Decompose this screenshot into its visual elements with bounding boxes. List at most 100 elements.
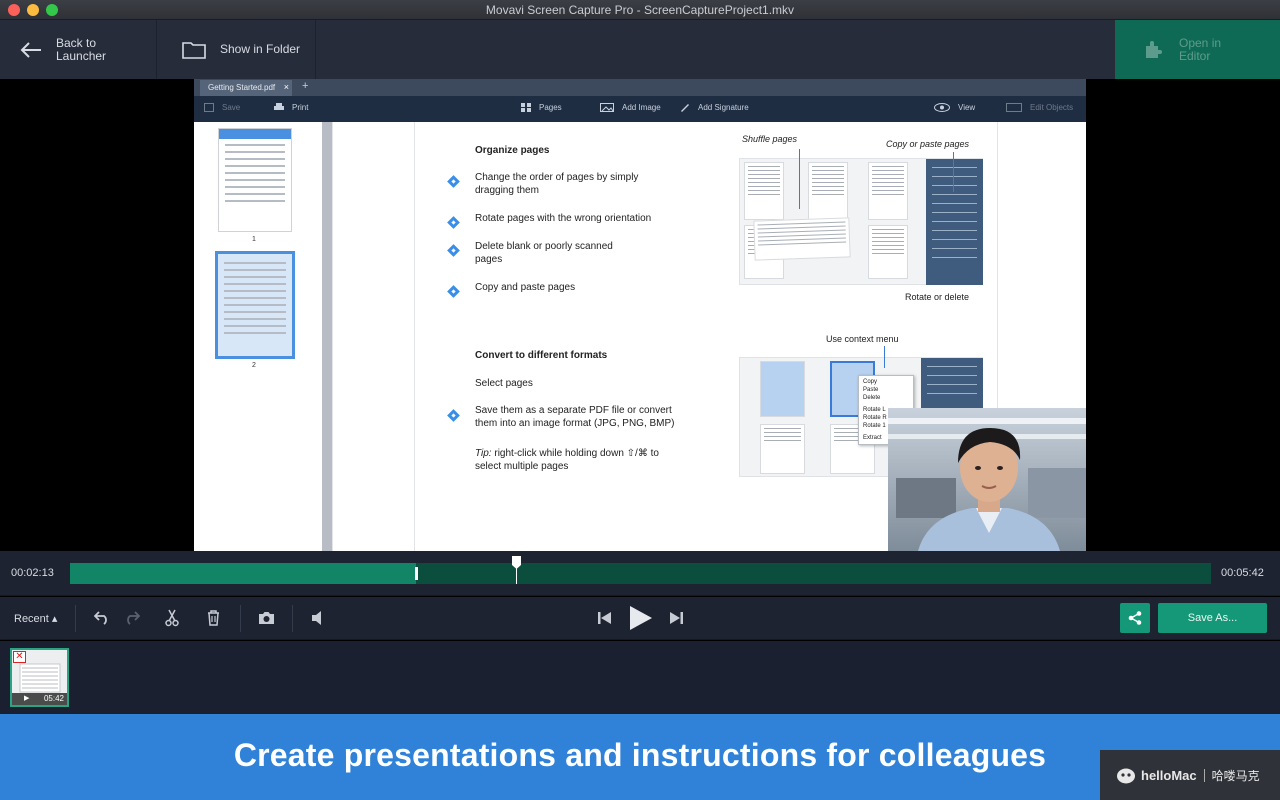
edit-box-icon [1006, 103, 1022, 112]
share-button[interactable] [1120, 603, 1150, 633]
current-time: 00:02:13 [11, 567, 54, 579]
diamond-bullet-icon [447, 409, 460, 422]
organize-item: Delete blank or poorly scanned pages [475, 241, 613, 265]
window-title: Movavi Screen Capture Pro - ScreenCaptur… [485, 3, 795, 17]
watermark: helloMac 哈喽马克 [1100, 750, 1280, 800]
skip-forward-icon[interactable] [669, 611, 683, 625]
save-as-button[interactable]: Save As... [1158, 603, 1267, 633]
copy-arrow [953, 152, 954, 192]
open-in-editor-label: Open in Editor [1179, 35, 1222, 63]
webcam-person-image [888, 408, 1086, 551]
recent-dropdown[interactable]: Recent ▴ [14, 612, 57, 625]
title-bar: Movavi Screen Capture Pro - ScreenCaptur… [0, 0, 1280, 20]
pages-grid-icon [521, 103, 531, 112]
diamond-bullet-icon [447, 285, 460, 298]
eye-icon [934, 103, 950, 112]
pdf-pages-tool: Pages [521, 103, 562, 112]
clip-play-icon: ▶ [24, 695, 30, 702]
pdf-save-label: Save [222, 103, 241, 112]
pdf-pages-label: Pages [539, 103, 562, 112]
diamond-bullet-icon [447, 175, 460, 188]
pdf-view-label: View [958, 103, 976, 112]
webcam-overlay [888, 408, 1086, 551]
arrow-left-icon [20, 41, 41, 58]
video-preview[interactable]: Getting Started.pdf × + Save Print Pages… [0, 79, 1280, 551]
save-icon [204, 103, 214, 112]
pdf-edit-objects-label: Edit Objects [1030, 103, 1074, 112]
watermark-chinese: 哈喽马克 [1211, 768, 1260, 783]
pdf-tab-bar: Getting Started.pdf × + [194, 79, 1086, 96]
organize-item: Copy and paste pages [475, 282, 576, 293]
redo-icon[interactable] [124, 611, 140, 625]
shuffle-caption: Shuffle pages [742, 134, 798, 144]
tip-label: Tip: [475, 448, 492, 459]
rotate-delete-caption: Rotate or delete [905, 292, 970, 302]
timeline-track[interactable] [70, 556, 1211, 584]
open-in-editor-button[interactable]: Open in Editor [1115, 20, 1280, 79]
tip-body: right-click while holding down ⇧/⌘ to se… [475, 448, 659, 472]
trash-icon[interactable] [207, 610, 220, 626]
pdf-view-tool: View [934, 103, 975, 112]
organize-item: Rotate pages with the wrong orientation [475, 213, 652, 224]
close-tab-icon: × [283, 82, 289, 92]
volume-icon[interactable] [311, 611, 327, 625]
pdf-add-image-label: Add Image [622, 103, 661, 112]
page-thumbnail-number: 2 [252, 362, 256, 369]
folder-icon [182, 41, 206, 59]
add-tab-icon: + [302, 80, 309, 92]
share-icon [1128, 611, 1142, 625]
pen-icon [681, 104, 689, 112]
pdf-document-tab: Getting Started.pdf × [200, 80, 292, 96]
play-icon[interactable] [629, 605, 653, 631]
shuffle-arrow [799, 149, 800, 209]
watermark-logo-icon [1117, 768, 1135, 784]
watermark-brand: helloMac [1141, 767, 1197, 783]
clip-duration: 05:42 [43, 694, 64, 703]
back-to-launcher-label: Back to Launcher [56, 35, 107, 63]
puzzle-icon [1146, 40, 1162, 58]
trim-start-marker[interactable] [415, 567, 418, 580]
clip-meta: ▶ 05:42 [12, 693, 67, 705]
pdf-save-tool: Save [204, 103, 240, 112]
playhead-handle[interactable] [512, 556, 521, 584]
pdf-toolbar: Save Print Pages Add Image Add Signature… [194, 96, 1086, 122]
diamond-bullet-icon [447, 216, 460, 229]
skip-back-icon[interactable] [598, 611, 612, 625]
show-in-folder-button[interactable]: Show in Folder [158, 20, 316, 79]
timeline-played-region [70, 563, 416, 584]
back-to-launcher-button[interactable]: Back to Launcher [0, 20, 157, 79]
timeline-row: 00:02:13 00:05:42 [0, 551, 1280, 596]
pdf-add-signature-tool: Add Signature [680, 103, 749, 112]
shuffle-illustration [739, 158, 983, 285]
top-toolbar: Back to Launcher Show in Folder Open in … [0, 20, 1280, 79]
context-arrow [884, 346, 885, 368]
total-time: 00:05:42 [1221, 567, 1264, 579]
recent-clips-strip: ✕ ▶ 05:42 [0, 641, 1280, 714]
printer-icon [274, 103, 284, 110]
clip-thumbnail[interactable]: ✕ ▶ 05:42 [10, 648, 69, 707]
select-pages-text: Select pages [475, 378, 533, 389]
image-icon [600, 103, 614, 112]
pdf-print-label: Print [292, 103, 309, 112]
copy-paste-caption: Copy or paste pages [886, 139, 970, 149]
page-thumbnail-number: 1 [252, 236, 256, 243]
pdf-edit-objects-tool: Edit Objects [1006, 103, 1073, 112]
show-in-folder-label: Show in Folder [220, 42, 301, 56]
remove-clip-icon[interactable]: ✕ [13, 651, 26, 663]
playback-controls: Recent ▴ Save As... [0, 597, 1280, 640]
pdf-add-signature-label: Add Signature [698, 103, 749, 112]
context-menu-caption: Use context menu [826, 334, 899, 344]
diamond-bullet-icon [447, 244, 460, 257]
pdf-tab-label: Getting Started.pdf [208, 83, 276, 92]
undo-icon[interactable] [94, 611, 110, 625]
sidebar-scroll-strip [322, 122, 332, 551]
pdf-print-tool: Print [274, 103, 308, 112]
banner-text: Create presentations and instructions fo… [233, 737, 1047, 773]
camera-icon[interactable] [258, 611, 275, 625]
pdf-add-image-tool: Add Image [600, 103, 661, 112]
scissors-icon[interactable] [165, 609, 179, 627]
page-thumbnail-1 [218, 128, 292, 232]
organize-item: Change the order of pages by simply drag… [475, 172, 639, 196]
convert-heading: Convert to different formats [475, 350, 608, 361]
convert-item: Save them as a separate PDF file or conv… [475, 405, 675, 429]
